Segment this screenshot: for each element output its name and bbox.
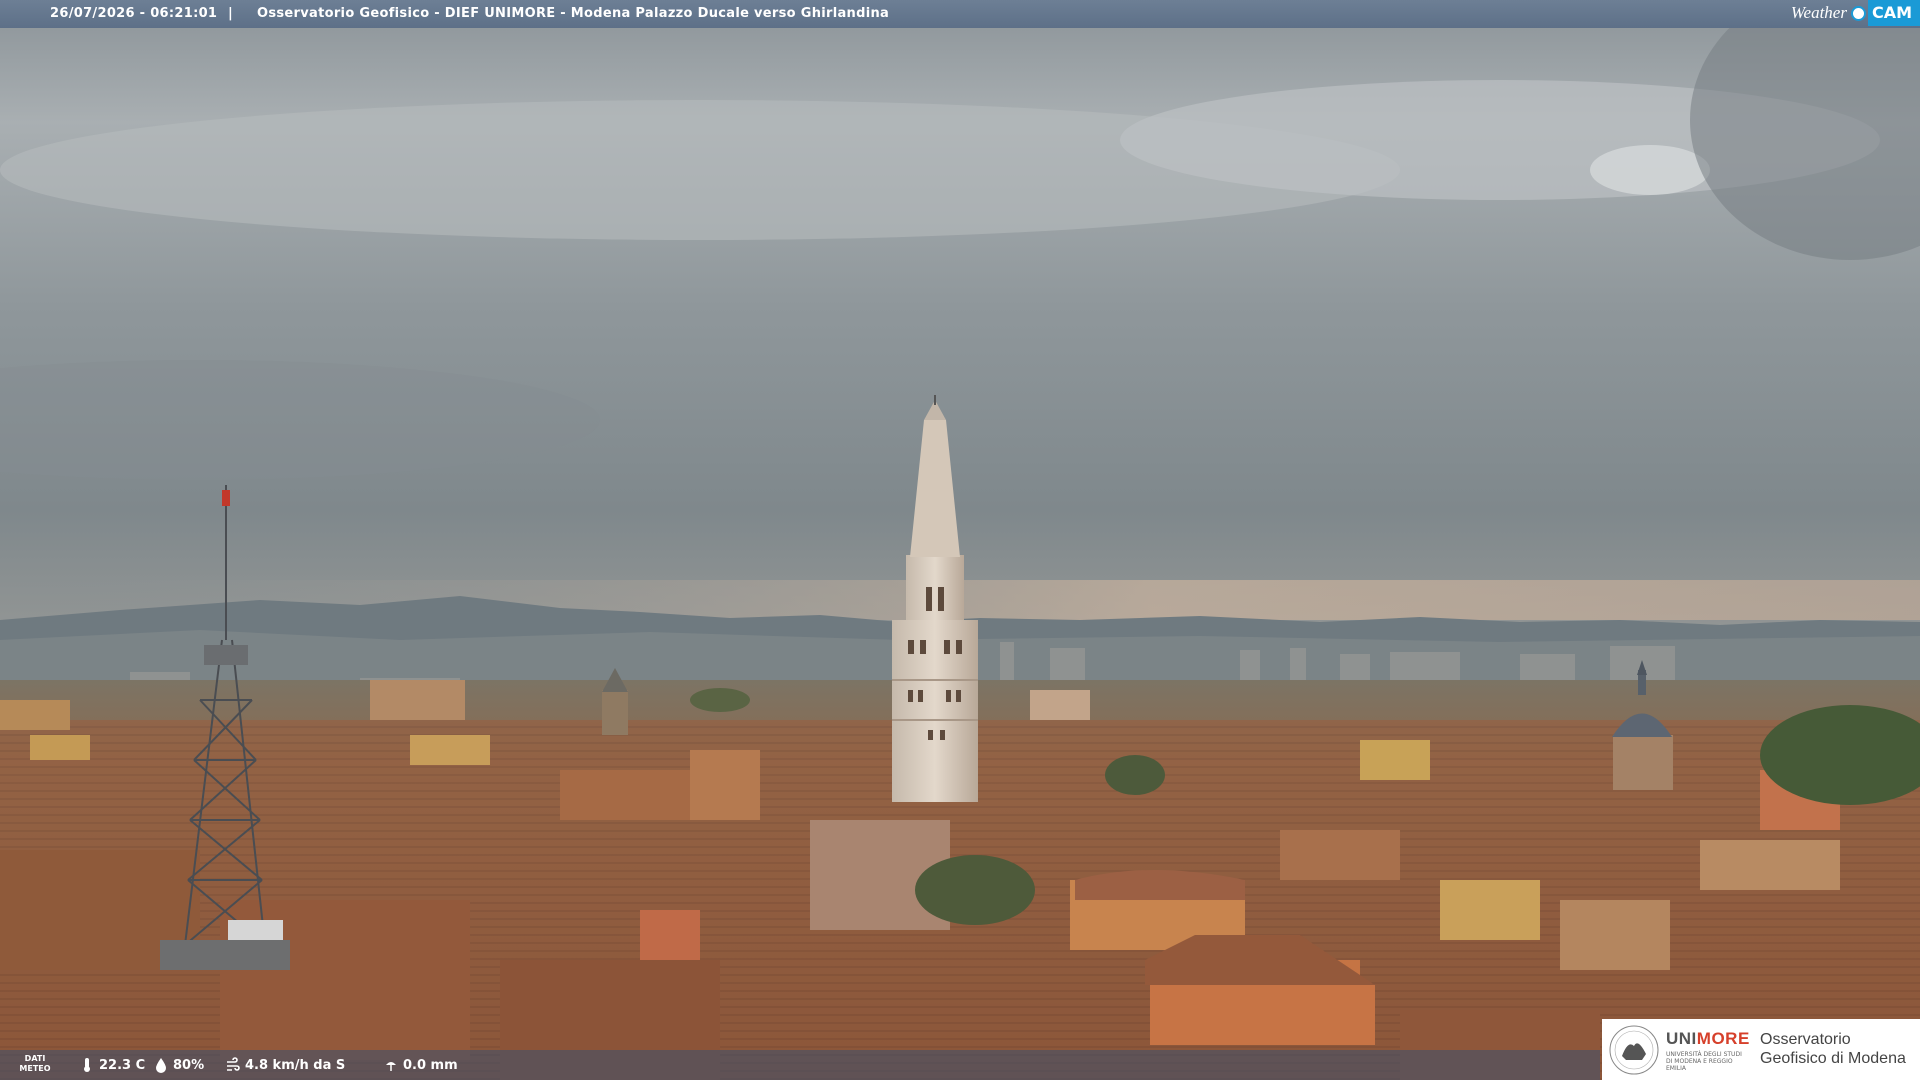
wind-icon: [227, 1057, 240, 1071]
header-separator: |: [228, 6, 233, 21]
observatory-name: Osservatorio Geofisico di Modena: [1760, 1031, 1906, 1067]
wind-readout: 4.8 km/h da S: [226, 1057, 345, 1073]
unimore-seal-icon: [1609, 1025, 1659, 1075]
weather-data-bar: DATI METEO 22.3 C 80% 4.8 km/h da S 0.0 …: [0, 1050, 1600, 1080]
thermometer-icon: [84, 1058, 90, 1072]
rain-gauge-icon: [386, 1062, 396, 1071]
weather-data-label: DATI METEO: [19, 1054, 51, 1073]
university-name: UNIVERSITÀ DEGLI STUDI DI MODENA E REGGI…: [1666, 1051, 1742, 1072]
unimore-wordmark: UNIMORE: [1666, 1029, 1750, 1048]
timestamp: 26/07/2026 - 06:21:01: [50, 6, 218, 21]
brand-cam: CAM: [1867, 0, 1920, 26]
unimore-logo: UNIMORE UNIVERSITÀ DEGLI STUDI DI MODENA…: [1602, 1019, 1920, 1080]
wind-value: 4.8 km/h da S: [245, 1057, 346, 1073]
brand-weather: Weather: [1790, 3, 1847, 22]
overlay-header: 26/07/2026 - 06:21:01 | Osservatorio Geo…: [0, 0, 1920, 28]
rain-value: 0.0 mm: [403, 1057, 458, 1073]
humidity-readout: 80%: [154, 1057, 204, 1073]
humidity-drop-icon: [156, 1058, 166, 1073]
weathercam-logo: Weather CAM: [1791, 0, 1920, 26]
webcam-photo: [0, 0, 1920, 1080]
rain-readout: 0.0 mm: [384, 1057, 458, 1073]
camera-title: Osservatorio Geofisico - DIEF UNIMORE - …: [257, 6, 890, 21]
brand-dot-icon: [1850, 5, 1866, 21]
temperature-value: 22.3 C: [99, 1057, 146, 1073]
humidity-value: 80%: [173, 1057, 205, 1073]
temperature-readout: 22.3 C: [80, 1057, 145, 1073]
